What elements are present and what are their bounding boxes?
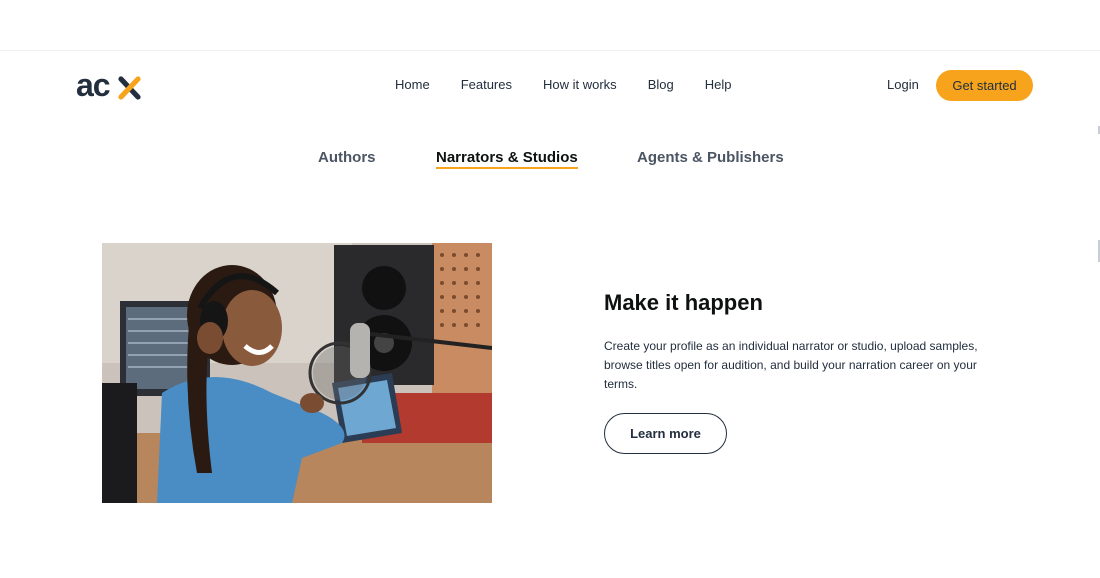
learn-more-button[interactable]: Learn more — [604, 413, 727, 454]
nav-blog[interactable]: Blog — [648, 77, 674, 93]
nav-features[interactable]: Features — [461, 77, 512, 93]
narrator-studio-photo — [102, 243, 492, 503]
nav-home[interactable]: Home — [395, 77, 430, 93]
login-link[interactable]: Login — [887, 77, 919, 93]
hero-heading: Make it happen — [604, 290, 763, 315]
hero-description: Create your profile as an individual nar… — [604, 339, 978, 391]
tab-narrators-studios[interactable]: Narrators & Studios — [436, 149, 578, 169]
nav-help[interactable]: Help — [705, 77, 732, 93]
tab-agents-publishers[interactable]: Agents & Publishers — [637, 149, 784, 167]
svg-text:ac: ac — [76, 70, 110, 100]
top-blank-strip — [0, 0, 1100, 51]
tab-authors[interactable]: Authors — [318, 149, 376, 167]
get-started-button[interactable]: Get started — [936, 70, 1033, 101]
main-nav: Home Features How it works Blog Help — [395, 77, 731, 93]
audience-tabs: Authors Narrators & Studios Agents & Pub… — [0, 149, 1100, 173]
nav-how-it-works[interactable]: How it works — [543, 77, 617, 93]
acx-logo[interactable]: ac — [76, 67, 146, 103]
